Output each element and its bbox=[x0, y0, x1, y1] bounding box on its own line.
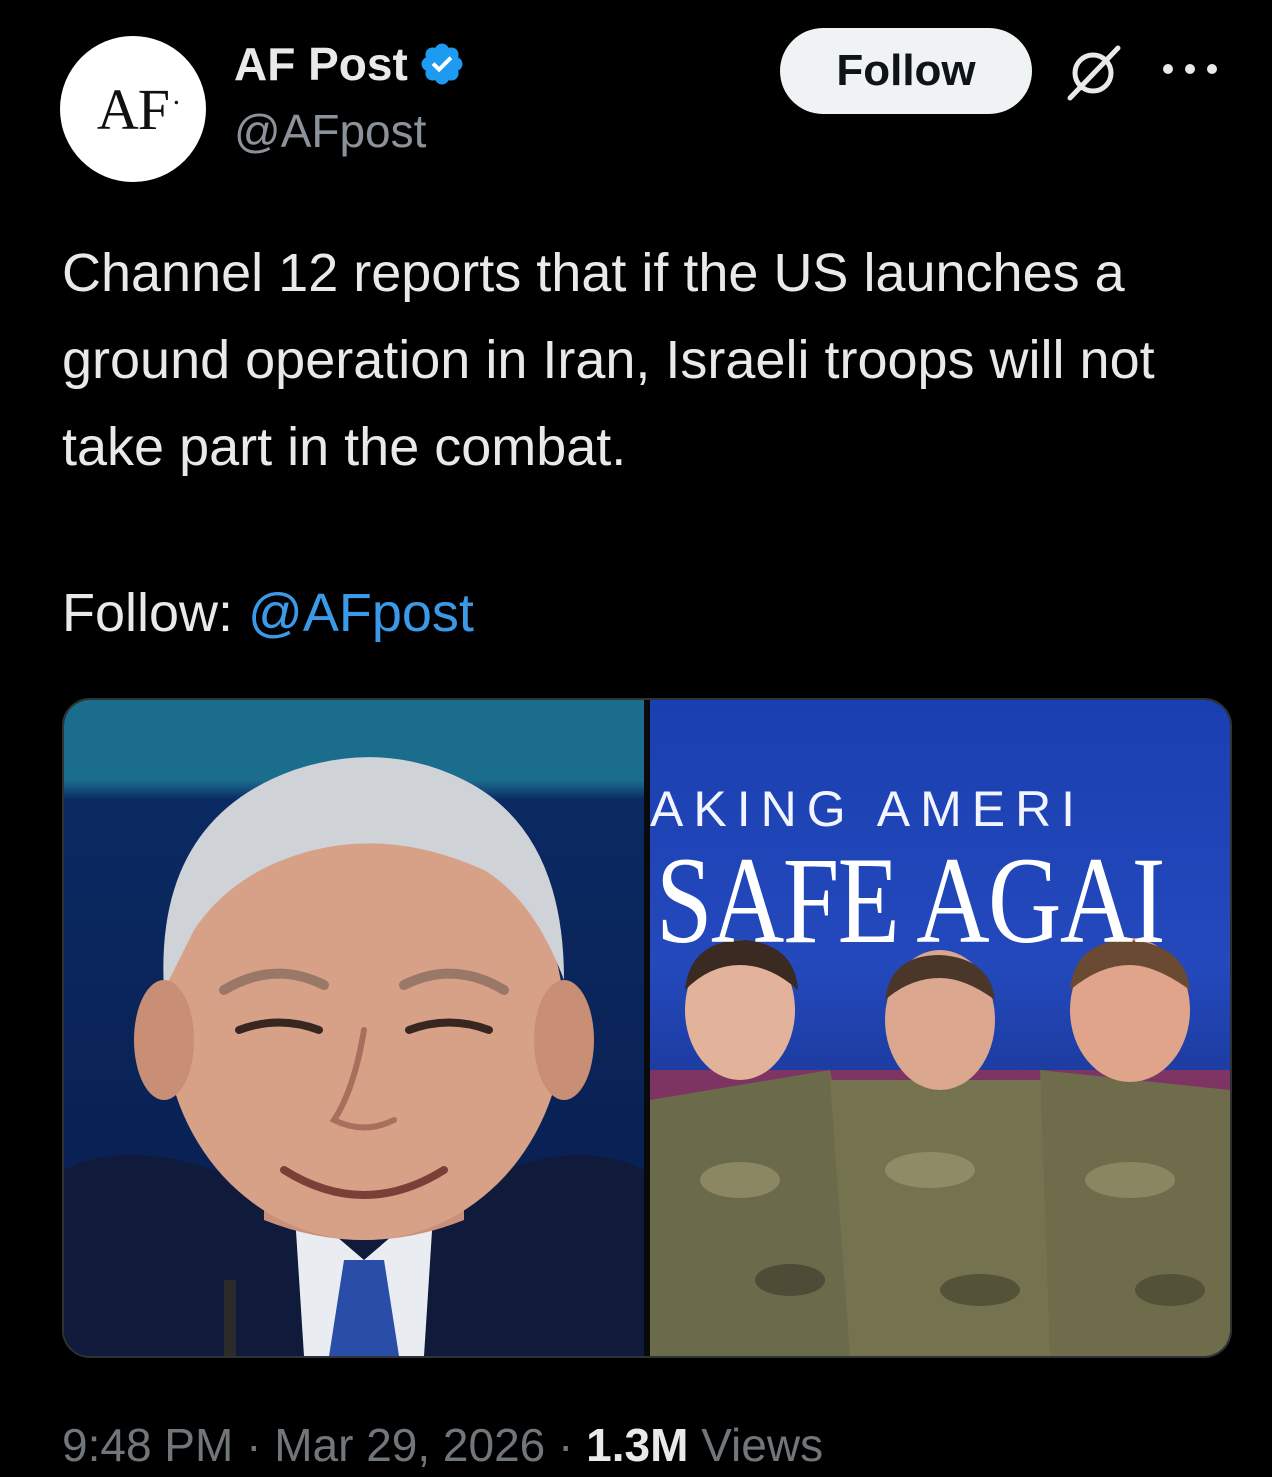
views-count[interactable]: 1.3M bbox=[586, 1419, 688, 1471]
follow-callout: Follow: @AFpost bbox=[62, 570, 474, 657]
author-handle[interactable]: @AFpost bbox=[234, 104, 466, 158]
author-names: AF Post @AFpost bbox=[234, 34, 466, 158]
verified-badge-icon bbox=[421, 43, 463, 85]
post-time[interactable]: 9:48 PM bbox=[62, 1419, 233, 1471]
media-photo-right[interactable]: AKING AMERI SAFE AGAI bbox=[650, 700, 1230, 1356]
post-body-text: Channel 12 reports that if the US launch… bbox=[62, 243, 1155, 477]
post-date[interactable]: Mar 29, 2026 bbox=[274, 1419, 545, 1471]
mention-link[interactable]: @AFpost bbox=[248, 583, 474, 643]
views-label: Views bbox=[688, 1419, 824, 1471]
follow-button[interactable]: Follow bbox=[780, 28, 1032, 114]
avatar-logo-text: AF. bbox=[96, 76, 180, 142]
banner-main-text: SAFE AGAI bbox=[656, 832, 1165, 969]
post-meta: 9:48 PM · Mar 29, 2026 · 1.3M Views bbox=[62, 1418, 823, 1472]
more-options-icon[interactable] bbox=[1158, 54, 1222, 84]
separator-dot: · bbox=[545, 1419, 587, 1471]
avatar[interactable]: AF. bbox=[60, 36, 206, 182]
display-name-row: AF Post bbox=[234, 34, 466, 94]
portrait-illustration bbox=[64, 757, 644, 1356]
media-photo-left[interactable] bbox=[64, 700, 644, 1356]
follow-prefix: Follow: bbox=[62, 583, 249, 643]
separator-dot: · bbox=[233, 1419, 275, 1471]
display-name[interactable]: AF Post bbox=[234, 37, 408, 91]
grok-icon[interactable] bbox=[1062, 42, 1124, 104]
media-grid[interactable]: AKING AMERI SAFE AGAI bbox=[62, 698, 1232, 1358]
post-header: AF. AF Post @AFpost Follow bbox=[60, 28, 1230, 182]
